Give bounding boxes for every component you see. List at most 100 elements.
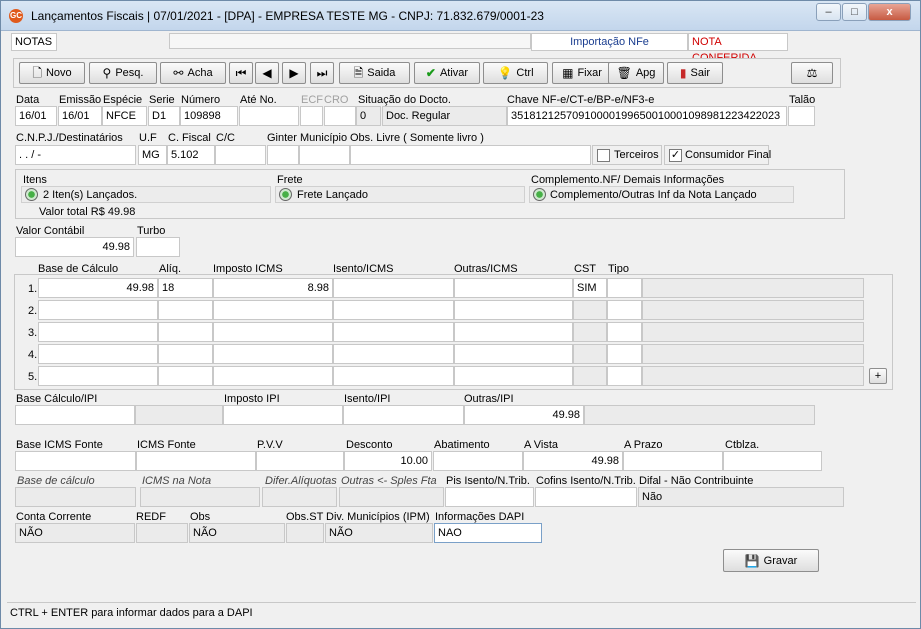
imposto-ipi-field[interactable] xyxy=(223,405,343,425)
tipo-cell[interactable] xyxy=(607,344,642,364)
cst-cell[interactable] xyxy=(573,322,607,342)
cro-field[interactable] xyxy=(324,106,356,126)
imposto-icms-cell[interactable]: 8.98 xyxy=(213,278,333,298)
importacao-nfe-link[interactable]: Importação NFe xyxy=(531,33,688,51)
ativar-button[interactable]: ✔ Ativar xyxy=(414,62,480,84)
last-record-button[interactable]: ⏭ xyxy=(310,62,334,84)
terceiros-checkbox[interactable] xyxy=(597,149,610,162)
cst-cell[interactable] xyxy=(573,344,607,364)
div-municipios-field[interactable]: NÃO xyxy=(325,523,433,543)
base-calculo-cell[interactable]: 49.98 xyxy=(38,278,158,298)
isento-ipi-field[interactable] xyxy=(343,405,464,425)
outras-icms-cell[interactable] xyxy=(454,322,573,342)
numero-field[interactable]: 109898 xyxy=(180,106,238,126)
obs-field[interactable]: NÃO xyxy=(189,523,285,543)
imposto-icms-cell[interactable] xyxy=(213,366,333,386)
imposto-icms-cell[interactable] xyxy=(213,344,333,364)
uf-field[interactable]: MG xyxy=(138,145,167,165)
difal-field[interactable]: Não xyxy=(638,487,844,507)
tipo-cell[interactable] xyxy=(607,278,642,298)
situacao-code-field[interactable]: 0 xyxy=(356,106,381,126)
chave-field[interactable]: 3518121257091000019965001000109898122342… xyxy=(507,106,787,126)
talao-field[interactable] xyxy=(788,106,815,126)
pvv-field[interactable] xyxy=(256,451,344,471)
ctrl-button[interactable]: 💡 Ctrl xyxy=(483,62,548,84)
aliq-cell[interactable]: 18 xyxy=(158,278,213,298)
cc-field[interactable] xyxy=(215,145,266,165)
informacoes-dapi-field[interactable]: NAO xyxy=(434,523,542,543)
a-prazo-field[interactable] xyxy=(623,451,723,471)
apg-button[interactable]: 🗑 Apg xyxy=(608,62,664,84)
close-button[interactable]: x xyxy=(868,3,911,21)
isento-icms-cell[interactable] xyxy=(333,366,454,386)
cst-cell[interactable]: SIM xyxy=(573,278,607,298)
serie-field[interactable]: D1 xyxy=(148,106,180,126)
base-ipi-field[interactable] xyxy=(15,405,135,425)
imposto-icms-cell[interactable] xyxy=(213,300,333,320)
tipo-cell[interactable] xyxy=(607,300,642,320)
tab-notas[interactable]: NOTAS xyxy=(11,33,57,51)
aliq-cell[interactable] xyxy=(158,366,213,386)
aliq-cell[interactable] xyxy=(158,344,213,364)
valor-contabil-field[interactable]: 49.98 xyxy=(15,237,134,257)
outras-ipi-field[interactable]: 49.98 xyxy=(464,405,584,425)
frete-status[interactable]: Frete Lançado xyxy=(275,186,525,203)
icms-fonte-field[interactable] xyxy=(136,451,256,471)
base-icms-fonte-field[interactable] xyxy=(15,451,136,471)
emissao-field[interactable]: 16/01 xyxy=(58,106,102,126)
tipo-cell[interactable] xyxy=(607,366,642,386)
obs-livre-field[interactable] xyxy=(350,145,591,165)
imposto-icms-cell[interactable] xyxy=(213,322,333,342)
cst-cell[interactable] xyxy=(573,300,607,320)
aliq-cell[interactable] xyxy=(158,322,213,342)
minimize-button[interactable]: – xyxy=(816,3,841,21)
conta-corrente-field[interactable]: NÃO xyxy=(15,523,135,543)
pis-isento-field[interactable] xyxy=(445,487,534,507)
ecf-field[interactable] xyxy=(300,106,323,126)
outras-icms-cell[interactable] xyxy=(454,344,573,364)
ginter-field[interactable] xyxy=(267,145,299,165)
outras-icms-cell[interactable] xyxy=(454,366,573,386)
novo-button[interactable]: 🗋 Novo xyxy=(19,62,85,84)
base-calculo-cell[interactable] xyxy=(38,300,158,320)
first-record-button[interactable]: ⏮ xyxy=(229,62,253,84)
base-calculo-cell[interactable] xyxy=(38,322,158,342)
abatimento-field[interactable] xyxy=(433,451,523,471)
situacao-desc-field[interactable]: Doc. Regular xyxy=(382,106,507,126)
maximize-button[interactable]: □ xyxy=(842,3,867,21)
balance-button[interactable]: ⚖ xyxy=(791,62,833,84)
complemento-status[interactable]: Complemento/Outras Inf da Nota Lançado xyxy=(529,186,794,203)
acha-button[interactable]: ⚯ Acha xyxy=(160,62,226,84)
redf-field[interactable] xyxy=(136,523,188,543)
municipio-field[interactable] xyxy=(299,145,350,165)
cnpj-field[interactable]: . . / - xyxy=(15,145,136,165)
desconto-field[interactable]: 10.00 xyxy=(344,451,432,471)
a-vista-field[interactable]: 49.98 xyxy=(523,451,623,471)
turbo-field[interactable] xyxy=(136,237,180,257)
terceiros-checkbox-group[interactable]: Terceiros xyxy=(592,145,662,165)
base-calculo-cell[interactable] xyxy=(38,344,158,364)
ctblza-field[interactable] xyxy=(723,451,822,471)
consumidor-final-checkbox-group[interactable]: ✓ Consumidor Final xyxy=(664,145,771,165)
isento-icms-cell[interactable] xyxy=(333,300,454,320)
data-field[interactable]: 16/01 xyxy=(15,106,57,126)
isento-icms-cell[interactable] xyxy=(333,344,454,364)
obs-st-field[interactable] xyxy=(286,523,324,543)
cst-cell[interactable] xyxy=(573,366,607,386)
outras-icms-cell[interactable] xyxy=(454,300,573,320)
cofins-isento-field[interactable] xyxy=(535,487,637,507)
outras-icms-cell[interactable] xyxy=(454,278,573,298)
isento-icms-cell[interactable] xyxy=(333,322,454,342)
next-record-button[interactable]: ▶ xyxy=(282,62,306,84)
isento-icms-cell[interactable] xyxy=(333,278,454,298)
ate-no-field[interactable] xyxy=(239,106,299,126)
saida-button[interactable]: 🗎 Saida xyxy=(339,62,410,84)
previous-record-button[interactable]: ◀ xyxy=(255,62,279,84)
add-row-button[interactable]: + xyxy=(869,368,887,384)
aliq-cell[interactable] xyxy=(158,300,213,320)
tipo-cell[interactable] xyxy=(607,322,642,342)
gravar-button[interactable]: 💾 Gravar xyxy=(723,549,819,572)
consumidor-final-checkbox[interactable]: ✓ xyxy=(669,149,682,162)
pesq-button[interactable]: ⚲ Pesq. xyxy=(89,62,157,84)
especie-field[interactable]: NFCE xyxy=(102,106,147,126)
